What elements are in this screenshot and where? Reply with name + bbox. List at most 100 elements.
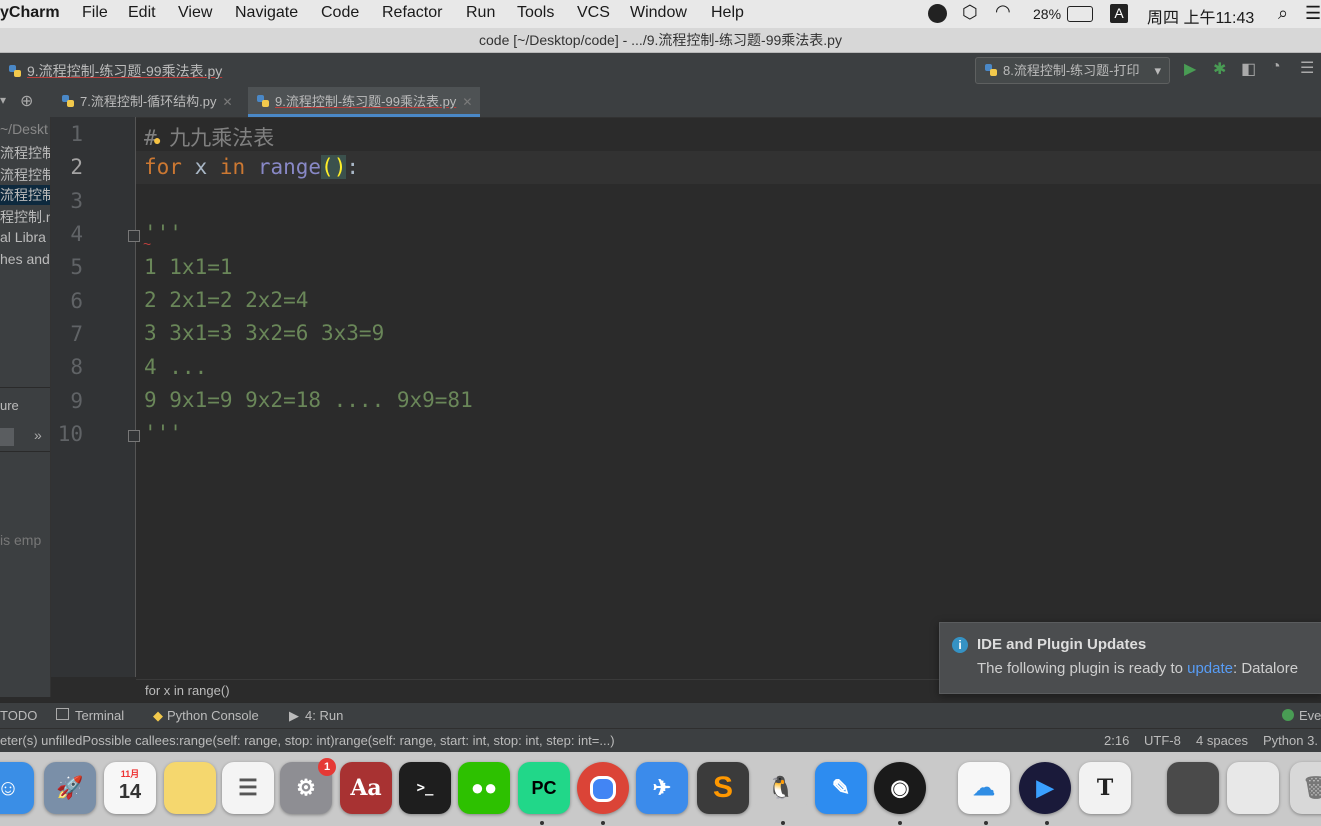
close-tab-icon[interactable]: ✕ <box>462 95 472 109</box>
intention-bulb-icon[interactable]: ● <box>153 132 161 148</box>
sublime-icon[interactable]: S <box>697 762 749 814</box>
python-interpreter[interactable]: Python 3. <box>1263 733 1318 748</box>
menu-window[interactable]: Window <box>630 4 687 22</box>
menu-help[interactable]: Help <box>711 4 744 22</box>
chrome-icon[interactable] <box>577 762 629 814</box>
recent-window-thumbnail[interactable] <box>1167 762 1219 814</box>
obs-status-icon[interactable] <box>928 4 947 23</box>
menubar-clock[interactable]: 周四 上午11:43 <box>1147 4 1254 28</box>
finder-icon[interactable]: ☺ <box>0 762 34 814</box>
concurrency-icon[interactable]: ☰ <box>1300 58 1314 78</box>
tree-item-file[interactable]: 流程控制- <box>0 143 50 163</box>
collapse-arrow-icon[interactable]: ▾ <box>0 93 6 107</box>
code-line-1[interactable]: # 九九乘法表 <box>144 122 274 152</box>
tool-python-console[interactable]: ◆ Python Console <box>153 708 259 724</box>
menu-refactor[interactable]: Refactor <box>382 4 442 22</box>
tool-window-bar: TODO Terminal ◆ Python Console ▶ 4: Run Ev… <box>0 702 1321 729</box>
dictionary-icon[interactable]: Aa <box>340 762 392 814</box>
update-notification[interactable]: i IDE and Plugin Updates The following p… <box>939 622 1321 694</box>
notes-icon[interactable] <box>164 762 216 814</box>
docstring-close[interactable]: ''' <box>144 421 182 445</box>
code-line-2[interactable]: for x in range(): <box>144 155 359 179</box>
docstring-line[interactable]: 4 ... <box>144 355 207 379</box>
run-configuration-select[interactable]: 8.流程控制-练习题-打印 ▾ <box>975 57 1170 84</box>
debug-icon[interactable]: ✱ <box>1213 59 1226 79</box>
tool-terminal[interactable]: Terminal <box>56 708 124 723</box>
tab-multiplication-table[interactable]: 9.流程控制-练习题-99乘法表.py ✕ <box>248 87 481 117</box>
run-icon[interactable]: ▶ <box>1184 59 1196 79</box>
qq-icon[interactable]: 🐧 <box>755 762 807 814</box>
tree-item-root[interactable]: ~/Deskt <box>0 121 48 137</box>
obs-icon[interactable]: ◉ <box>874 762 926 814</box>
tool-run[interactable]: ▶ 4: Run <box>289 708 343 724</box>
wechat-icon[interactable]: ●● <box>458 762 510 814</box>
typora-icon[interactable]: T <box>1079 762 1131 814</box>
box-status-icon[interactable]: ⬡ <box>962 2 978 23</box>
menu-tools[interactable]: Tools <box>517 4 554 22</box>
nav-file-breadcrumb[interactable]: 9.流程控制-练习题-99乘法表.py <box>8 61 222 81</box>
update-link[interactable]: update <box>1187 660 1233 677</box>
docstring-line[interactable]: 2 2x1=2 2x2=4 <box>144 288 308 312</box>
builtin-range: range <box>257 155 322 179</box>
menu-navigate[interactable]: Navigate <box>235 4 298 22</box>
docstring-line[interactable]: 3 3x1=3 3x2=6 3x3=9 <box>144 321 384 345</box>
tree-item-scratches[interactable]: hes and <box>0 251 50 267</box>
coverage-icon[interactable]: ◧ <box>1241 59 1256 79</box>
launchpad-icon[interactable]: 🚀 <box>44 762 96 814</box>
structure-empty-text: is emp <box>0 532 42 548</box>
indent-setting[interactable]: 4 spaces <box>1196 733 1248 748</box>
menu-view[interactable]: View <box>178 4 212 22</box>
menu-edit[interactable]: Edit <box>128 4 156 22</box>
notification-badge: 1 <box>318 758 336 776</box>
running-indicator <box>1045 821 1049 825</box>
video-player-icon[interactable]: ▶ <box>1019 762 1071 814</box>
pycharm-icon[interactable]: PC <box>518 762 570 814</box>
more-icon[interactable]: » <box>34 427 42 443</box>
python-config-icon <box>985 64 997 76</box>
locate-target-icon[interactable]: ⊕ <box>20 91 33 111</box>
battery-icon[interactable] <box>1067 6 1093 22</box>
reminders-icon[interactable]: ☰ <box>222 762 274 814</box>
running-indicator <box>781 821 785 825</box>
pycharm-glyph: PC <box>531 778 557 798</box>
control-center-icon[interactable]: ☰ <box>1305 3 1321 24</box>
tree-item-external-libraries[interactable]: al Libra <box>0 229 46 245</box>
editor-gutter: 1 2 3 4 5 6 7 8 9 10 <box>51 117 140 677</box>
system-preferences-icon[interactable]: ⚙ 1 <box>280 758 336 814</box>
fold-marker-icon[interactable] <box>128 230 140 242</box>
tab-loop-structure[interactable]: 7.流程控制-循环结构.py ✕ <box>61 87 233 117</box>
spotlight-search-icon[interactable]: ⌕ <box>1278 3 1288 24</box>
profile-icon[interactable]: ◔ <box>1271 58 1281 76</box>
matched-parens: () <box>321 155 347 179</box>
caret-position[interactable]: 2:16 <box>1104 733 1129 748</box>
menu-run[interactable]: Run <box>466 4 495 22</box>
baidu-netdisk-icon[interactable]: ☁ <box>958 762 1010 814</box>
menu-file[interactable]: File <box>82 4 108 22</box>
input-method-indicator[interactable]: A <box>1110 4 1128 23</box>
tree-item-file[interactable]: 流程控制- <box>0 165 50 185</box>
menu-code[interactable]: Code <box>321 4 359 22</box>
feishu-icon[interactable]: ✈ <box>636 762 688 814</box>
trash-icon[interactable]: 🗑 <box>1290 762 1321 814</box>
menu-app-name[interactable]: yCharm <box>0 4 60 22</box>
python-file-icon <box>62 95 74 107</box>
wifi-icon[interactable]: ◠ <box>995 1 1011 22</box>
terminal-app-icon[interactable]: >_ <box>399 762 451 814</box>
tool-todo[interactable]: TODO <box>0 708 37 723</box>
tree-item-file[interactable]: 程控制.m <box>0 207 50 227</box>
sort-icon[interactable] <box>0 428 14 446</box>
tool-event-log[interactable]: Eve <box>1282 708 1321 723</box>
file-encoding[interactable]: UTF-8 <box>1144 733 1181 748</box>
menu-vcs[interactable]: VCS <box>577 4 610 22</box>
structure-panel-label[interactable]: ure <box>0 398 19 413</box>
docstring-line[interactable]: 1 1x1=1 <box>144 255 233 279</box>
close-tab-icon[interactable]: ✕ <box>223 95 233 109</box>
running-indicator <box>898 821 902 825</box>
fold-marker-icon[interactable] <box>128 430 140 442</box>
tree-item-selected[interactable]: 流程控制- <box>0 185 50 205</box>
calendar-icon[interactable]: 11月 14 <box>104 762 156 814</box>
editor-app-icon[interactable]: ✎ <box>815 762 867 814</box>
downloads-stack-icon[interactable] <box>1227 762 1279 814</box>
docstring-line[interactable]: 9 9x1=9 9x2=18 .... 9x9=81 <box>144 388 473 412</box>
info-icon: i <box>952 637 968 653</box>
